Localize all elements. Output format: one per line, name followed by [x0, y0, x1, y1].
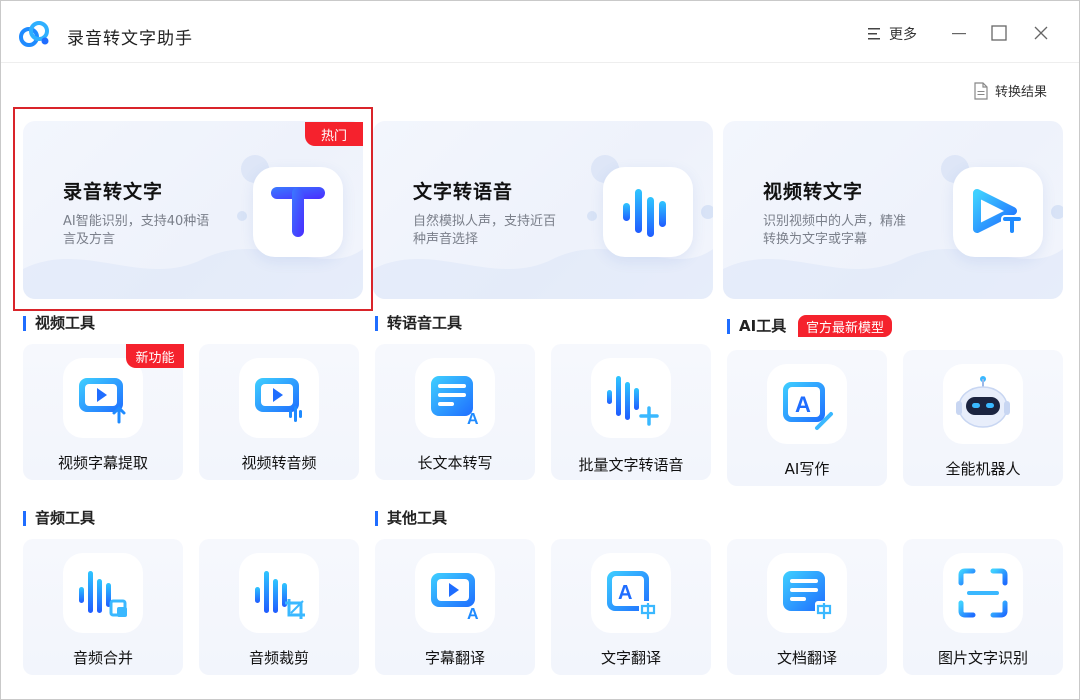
tool-label: 批量文字转语音: [578, 456, 684, 474]
robot-icon: [943, 364, 1023, 444]
title-bar: 录音转文字助手 更多: [1, 1, 1079, 63]
tool-label: 图片文字识别: [937, 649, 1028, 667]
tool-label: 视频字幕提取: [57, 454, 148, 472]
text-t-icon: [253, 167, 343, 257]
more-menu-button[interactable]: 更多: [867, 23, 917, 45]
ocr-icon: [943, 553, 1023, 633]
new-feature-badge: 新功能: [126, 344, 184, 368]
tool-image-ocr[interactable]: 图片文字识别: [903, 539, 1063, 675]
tool-text-translate[interactable]: A 文字翻译: [551, 539, 711, 675]
card-title: 视频转文字: [763, 181, 864, 203]
tool-long-text-transcribe[interactable]: A 长文本转写: [375, 344, 535, 480]
subtitle-translate-icon: A: [415, 553, 495, 633]
video-text-icon: [953, 167, 1043, 257]
close-icon[interactable]: [1029, 21, 1053, 45]
feature-card-audio-to-text[interactable]: 录音转文字 AI智能识别，支持40种语言及方言: [23, 121, 363, 299]
text-translate-icon: A: [591, 553, 671, 633]
tool-ai-writing[interactable]: A AI写作: [727, 350, 887, 486]
tool-subtitle-translate[interactable]: A 字幕翻译: [375, 539, 535, 675]
tool-audio-crop[interactable]: 音频裁剪: [199, 539, 359, 675]
tool-video-to-audio[interactable]: 视频转音频: [199, 344, 359, 480]
maximize-icon[interactable]: [987, 21, 1011, 45]
app-title: 录音转文字助手: [67, 29, 193, 49]
sound-wave-icon: [603, 167, 693, 257]
tool-audio-merge[interactable]: 音频合并: [23, 539, 183, 675]
minimize-icon[interactable]: [947, 21, 971, 45]
tool-label: 全能机器人: [945, 460, 1021, 478]
tool-label: 音频合并: [72, 649, 133, 667]
tool-all-round-robot[interactable]: 全能机器人: [903, 350, 1063, 486]
decoration: [701, 205, 713, 219]
tool-batch-text-to-speech[interactable]: 批量文字转语音: [551, 344, 711, 480]
card-description: 识别视频中的人声，精准转换为文字或字幕: [763, 214, 907, 247]
batch-tts-icon: [591, 358, 671, 438]
audio-merge-icon: [63, 553, 143, 633]
decoration: [1051, 205, 1063, 219]
section-title-tts-tools: 转语音工具: [375, 314, 462, 332]
menu-lines-icon: [868, 28, 880, 40]
decoration: [587, 211, 597, 221]
tool-label: AI写作: [784, 460, 830, 478]
tool-label: 文档翻译: [776, 649, 837, 667]
section-title-ai-tools: AI工具: [727, 317, 786, 335]
svg-text:A: A: [795, 392, 811, 417]
tool-label: 字幕翻译: [424, 649, 485, 667]
card-description: AI智能识别，支持40种语言及方言: [63, 214, 210, 247]
feature-card-text-to-speech[interactable]: 文字转语音 自然模拟人声，支持近百种声音选择: [373, 121, 713, 299]
decoration: [237, 211, 247, 221]
long-text-icon: A: [415, 358, 495, 438]
tool-label: 视频转音频: [241, 454, 317, 472]
video-audio-icon: [239, 358, 319, 438]
hot-badge: 热门: [305, 122, 363, 146]
conversion-result-button[interactable]: 转换结果: [973, 81, 1047, 100]
audio-crop-icon: [239, 553, 319, 633]
tool-document-translate[interactable]: 文档翻译: [727, 539, 887, 675]
doc-translate-icon: [767, 553, 847, 633]
card-title: 文字转语音: [413, 181, 514, 203]
svg-text:A: A: [467, 606, 479, 621]
video-subtitle-icon: [63, 358, 143, 438]
new-model-badge: 官方最新模型: [798, 315, 893, 337]
card-title: 录音转文字: [63, 181, 164, 203]
feature-card-video-to-text[interactable]: 视频转文字 识别视频中的人声，精准转换为文字或字幕: [723, 121, 1063, 299]
more-label: 更多: [889, 27, 917, 43]
svg-text:A: A: [467, 411, 479, 426]
tool-label: 音频裁剪: [248, 649, 309, 667]
app-window: 录音转文字助手 更多 转换结果 录音转文字 AI智能识别，支持40种语言及方言 …: [0, 0, 1080, 700]
svg-text:A: A: [618, 582, 632, 604]
tool-label: 文字翻译: [600, 649, 661, 667]
tool-label: 长文本转写: [417, 454, 493, 472]
app-logo-icon: [19, 21, 49, 47]
document-icon: [974, 81, 988, 100]
card-description: 自然模拟人声，支持近百种声音选择: [413, 214, 557, 247]
section-title-other-tools: 其他工具: [375, 509, 447, 527]
section-title-video-tools: 视频工具: [23, 314, 95, 332]
result-label: 转换结果: [995, 85, 1048, 100]
ai-writing-icon: A: [767, 364, 847, 444]
section-title-audio-tools: 音频工具: [23, 509, 95, 527]
